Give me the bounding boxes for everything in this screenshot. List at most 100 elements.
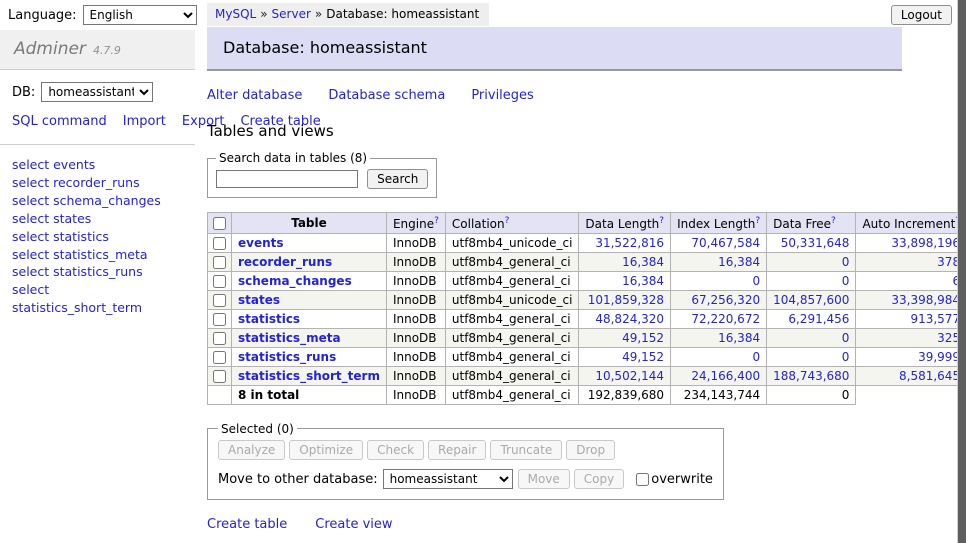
- help-link[interactable]: ?: [434, 216, 439, 226]
- help-link[interactable]: ?: [659, 216, 664, 226]
- create-link[interactable]: Create table: [207, 517, 287, 532]
- column-header-table: Table: [232, 212, 387, 233]
- data-free-cell-link[interactable]: 0: [842, 274, 850, 288]
- sidebar-table-link[interactable]: select schema_changes: [12, 192, 183, 210]
- total-index-length: 234,143,744: [671, 385, 767, 404]
- index-length-cell: 16,384: [671, 252, 767, 271]
- data-length-cell: 49,152: [579, 328, 671, 347]
- table-name-link[interactable]: events: [238, 236, 284, 250]
- sidebar-table-link[interactable]: select events: [12, 156, 183, 174]
- index-length-cell: 0: [671, 347, 767, 366]
- create-link[interactable]: Create view: [315, 517, 392, 532]
- copy-button[interactable]: Copy: [574, 469, 624, 489]
- table-name-link[interactable]: statistics: [238, 312, 300, 326]
- db-select[interactable]: homeassistant: [41, 82, 153, 102]
- data-free-cell-link[interactable]: 0: [842, 331, 850, 345]
- row-checkbox[interactable]: [213, 294, 226, 307]
- search-input[interactable]: [216, 170, 358, 188]
- auto-increment-cell-link[interactable]: 33,398,984: [891, 293, 960, 307]
- row-checkbox[interactable]: [213, 275, 226, 288]
- row-checkbox[interactable]: [213, 370, 226, 383]
- sidebar-table-link[interactable]: select states: [12, 210, 183, 228]
- index-length-cell-link[interactable]: 16,384: [718, 255, 760, 269]
- table-name-cell: schema_changes: [232, 271, 387, 290]
- sidebar-action-link[interactable]: SQL command: [12, 114, 107, 129]
- index-length-cell-link[interactable]: 0: [752, 350, 760, 364]
- table-name-link[interactable]: statistics_runs: [238, 350, 336, 364]
- data-length-cell-link[interactable]: 48,824,320: [595, 312, 664, 326]
- app-version[interactable]: 4.7.9: [93, 44, 121, 57]
- collation-cell: utf8mb4_general_ci: [445, 347, 579, 366]
- db-label: DB:: [12, 85, 35, 100]
- index-length-cell-link[interactable]: 72,220,672: [691, 312, 760, 326]
- optimize-button[interactable]: Optimize: [289, 440, 363, 460]
- database-action-link[interactable]: Database schema: [328, 88, 445, 103]
- column-header-collation: Collation?: [445, 212, 579, 233]
- table-name-link[interactable]: statistics_meta: [238, 331, 341, 345]
- data-length-cell-link[interactable]: 49,152: [622, 331, 664, 345]
- row-checkbox[interactable]: [213, 332, 226, 345]
- data-free-cell: 0: [767, 347, 856, 366]
- data-length-cell-link[interactable]: 16,384: [622, 274, 664, 288]
- index-length-cell-link[interactable]: 24,166,400: [691, 369, 760, 383]
- repair-button[interactable]: Repair: [428, 440, 486, 460]
- sidebar: Adminer4.7.9 DB:homeassistant SQL comman…: [0, 0, 195, 328]
- data-length-cell-link[interactable]: 31,522,816: [595, 236, 664, 250]
- help-link[interactable]: ?: [831, 216, 836, 226]
- overwrite-checkbox[interactable]: [636, 473, 649, 486]
- index-length-cell-link[interactable]: 67,256,320: [691, 293, 760, 307]
- data-free-cell-link[interactable]: 6,291,456: [788, 312, 849, 326]
- analyze-button[interactable]: Analyze: [218, 440, 285, 460]
- data-free-cell-link[interactable]: 188,743,680: [773, 369, 849, 383]
- truncate-button[interactable]: Truncate: [490, 440, 562, 460]
- sidebar-table-link[interactable]: select statistics: [12, 228, 183, 246]
- selected-legend: Selected (0): [218, 422, 297, 436]
- sidebar-table-link[interactable]: select statistics_meta: [12, 246, 183, 264]
- data-free-cell-link[interactable]: 0: [842, 255, 850, 269]
- sidebar-action-link[interactable]: Import: [123, 114, 166, 129]
- auto-increment-cell: 33,898,196: [856, 233, 966, 252]
- sidebar-table-link[interactable]: select statistics_short_term: [12, 281, 183, 317]
- table-name-link[interactable]: recorder_runs: [238, 255, 332, 269]
- column-header-auto-increment: Auto Increment?: [856, 212, 966, 233]
- check-button[interactable]: Check: [367, 440, 424, 460]
- help-link[interactable]: ?: [505, 216, 510, 226]
- data-free-cell-link[interactable]: 104,857,600: [773, 293, 849, 307]
- database-action-link[interactable]: Alter database: [207, 88, 302, 103]
- vertical-scrollbar[interactable]: [957, 0, 966, 543]
- row-checkbox[interactable]: [213, 256, 226, 269]
- auto-increment-cell-link[interactable]: 39,999: [918, 350, 960, 364]
- data-length-cell-link[interactable]: 10,502,144: [595, 369, 664, 383]
- move-button[interactable]: Move: [518, 469, 570, 489]
- selected-fieldset: Selected (0) AnalyzeOptimizeCheckRepairT…: [207, 422, 724, 500]
- auto-increment-cell-link[interactable]: 8,581,645: [899, 369, 960, 383]
- table-name-cell: events: [232, 233, 387, 252]
- table-name-cell: statistics_runs: [232, 347, 387, 366]
- index-length-cell-link[interactable]: 0: [752, 274, 760, 288]
- sidebar-table-link[interactable]: select recorder_runs: [12, 174, 183, 192]
- database-action-link[interactable]: Privileges: [471, 88, 534, 103]
- data-length-cell-link[interactable]: 49,152: [622, 350, 664, 364]
- table-name-link[interactable]: statistics_short_term: [238, 369, 380, 383]
- data-length-cell-link[interactable]: 16,384: [622, 255, 664, 269]
- auto-increment-cell-link[interactable]: 33,898,196: [891, 236, 960, 250]
- auto-increment-cell-link[interactable]: 913,577: [910, 312, 960, 326]
- table-name-link[interactable]: states: [238, 293, 280, 307]
- select-all-checkbox[interactable]: [213, 217, 226, 230]
- total-engine: InnoDB: [386, 385, 445, 404]
- move-database-select[interactable]: homeassistant: [383, 469, 513, 489]
- data-free-cell-link[interactable]: 0: [842, 350, 850, 364]
- table-name-link[interactable]: schema_changes: [238, 274, 352, 288]
- data-free-cell-link[interactable]: 50,331,648: [781, 236, 850, 250]
- help-link[interactable]: ?: [755, 216, 760, 226]
- sidebar-actions: SQL commandImportExportCreate table: [0, 112, 195, 145]
- index-length-cell-link[interactable]: 16,384: [718, 331, 760, 345]
- sidebar-table-link[interactable]: select statistics_runs: [12, 263, 183, 281]
- row-checkbox[interactable]: [213, 237, 226, 250]
- index-length-cell-link[interactable]: 70,467,584: [691, 236, 760, 250]
- row-checkbox[interactable]: [213, 351, 226, 364]
- row-checkbox[interactable]: [213, 313, 226, 326]
- drop-button[interactable]: Drop: [566, 440, 615, 460]
- search-button[interactable]: Search: [367, 169, 428, 189]
- data-length-cell-link[interactable]: 101,859,328: [588, 293, 664, 307]
